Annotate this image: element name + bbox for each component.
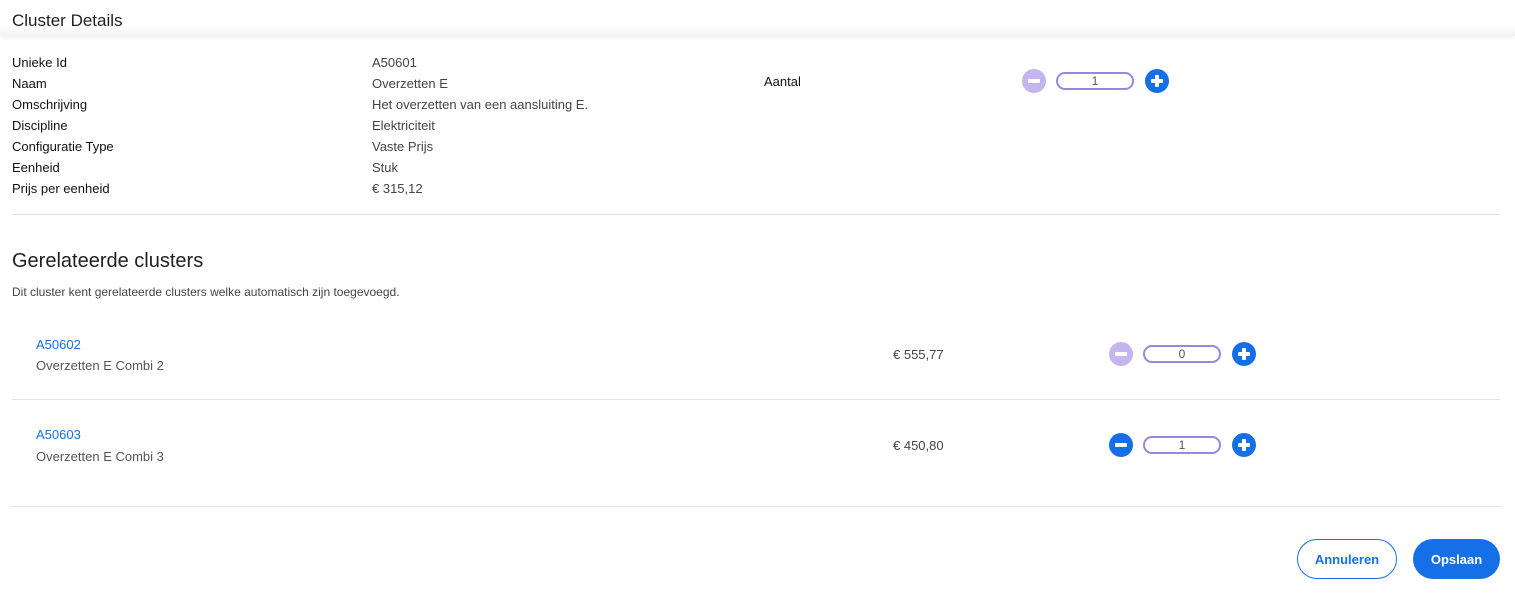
related-cluster-id-link[interactable]: A50602 bbox=[36, 337, 81, 352]
plus-circle-icon[interactable] bbox=[1232, 342, 1256, 366]
quantity-input[interactable] bbox=[1143, 436, 1221, 454]
detail-row-description: Omschrijving Het overzetten van een aans… bbox=[12, 97, 772, 118]
detail-label: Naam bbox=[12, 76, 47, 91]
minus-circle-icon[interactable] bbox=[1109, 342, 1133, 366]
related-quantity-stepper bbox=[1109, 433, 1256, 457]
quantity-input[interactable] bbox=[1143, 345, 1221, 363]
detail-row-unique-id: Unieke Id A50601 bbox=[12, 55, 772, 76]
detail-label: Unieke Id bbox=[12, 55, 67, 70]
cluster-details: Unieke Id A50601 Naam Overzetten E Omsch… bbox=[12, 55, 772, 202]
related-cluster-name: Overzetten E Combi 2 bbox=[36, 358, 164, 373]
divider bbox=[12, 506, 1500, 507]
save-button[interactable]: Opslaan bbox=[1413, 539, 1500, 579]
detail-label: Prijs per eenheid bbox=[12, 181, 110, 196]
quantity-input[interactable] bbox=[1056, 72, 1134, 90]
detail-value: Het overzetten van een aansluiting E. bbox=[372, 97, 589, 112]
detail-value: € 315,12 bbox=[372, 181, 423, 196]
detail-label: Configuratie Type bbox=[12, 139, 114, 154]
detail-value: A50601 bbox=[372, 55, 417, 70]
divider bbox=[12, 214, 1500, 215]
detail-row-configuration-type: Configuratie Type Vaste Prijs bbox=[12, 139, 772, 160]
quantity-label: Aantal bbox=[764, 74, 801, 89]
related-cluster-price: € 555,77 bbox=[893, 347, 944, 362]
detail-row-unit: Eenheid Stuk bbox=[12, 160, 772, 181]
divider bbox=[12, 399, 1500, 400]
detail-label: Omschrijving bbox=[12, 97, 88, 112]
cancel-button[interactable]: Annuleren bbox=[1297, 539, 1397, 579]
detail-row-name: Naam Overzetten E bbox=[12, 76, 772, 97]
detail-value: Elektriciteit bbox=[372, 118, 435, 133]
detail-label: Discipline bbox=[12, 118, 68, 133]
detail-row-unit-price: Prijs per eenheid € 315,12 bbox=[12, 181, 772, 202]
detail-value: Vaste Prijs bbox=[372, 139, 434, 154]
detail-row-discipline: Discipline Elektriciteit bbox=[12, 118, 772, 139]
minus-circle-icon[interactable] bbox=[1022, 69, 1046, 93]
detail-value: Overzetten E bbox=[372, 76, 448, 91]
page-title: Cluster Details bbox=[12, 11, 123, 30]
related-quantity-stepper bbox=[1109, 342, 1256, 366]
related-cluster-id-link[interactable]: A50603 bbox=[36, 427, 81, 442]
plus-circle-icon[interactable] bbox=[1232, 433, 1256, 457]
related-clusters-description: Dit cluster kent gerelateerde clusters w… bbox=[12, 285, 400, 299]
header: Cluster Details bbox=[0, 0, 1515, 36]
plus-circle-icon[interactable] bbox=[1145, 69, 1169, 93]
related-cluster-price: € 450,80 bbox=[893, 438, 944, 453]
detail-value: Stuk bbox=[372, 160, 399, 175]
quantity-stepper bbox=[1022, 69, 1169, 93]
related-cluster-name: Overzetten E Combi 3 bbox=[36, 449, 164, 464]
detail-label: Eenheid bbox=[12, 160, 60, 175]
related-clusters-title: Gerelateerde clusters bbox=[12, 250, 204, 272]
minus-circle-icon[interactable] bbox=[1109, 433, 1133, 457]
